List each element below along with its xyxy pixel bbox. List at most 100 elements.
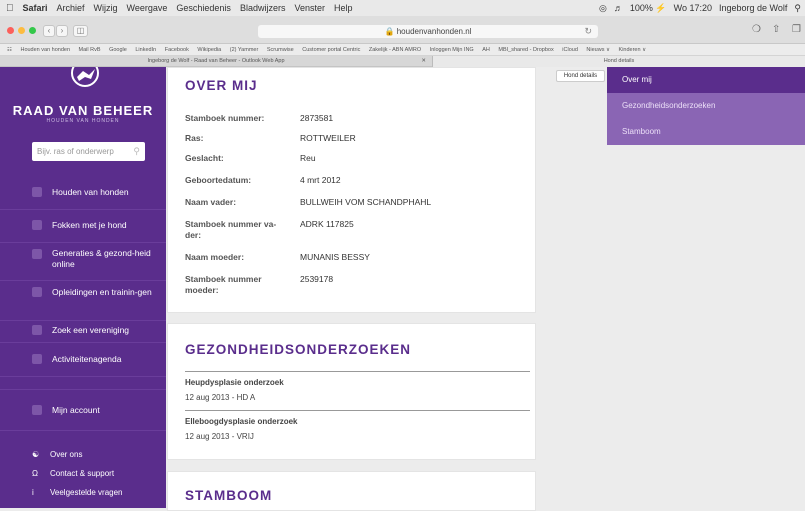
menu-geschiedenis[interactable]: Geschiedenis [176, 3, 231, 13]
footer-label: Veelgestelde vragen [50, 488, 123, 497]
footer-over-ons[interactable]: ☯ Over ons [32, 450, 82, 459]
tab-title: Hond details [603, 58, 635, 64]
info-icon: i [32, 488, 34, 497]
nav-zoek-vereniging[interactable]: Zoek een vereniging [0, 321, 166, 343]
volume-icon[interactable]: ♬ [614, 3, 623, 13]
hond-details-button[interactable]: Hond details [556, 70, 605, 82]
divider [185, 371, 530, 372]
dog-logo-icon[interactable] [65, 67, 105, 95]
gezondheid-card: GEZONDHEIDSONDERZOEKEN Heupdysplasie ond… [167, 323, 536, 460]
detail-label: Geboortedatum: [185, 175, 252, 185]
section-title: OVER MIJ [185, 78, 258, 93]
exam-result: 12 aug 2013 - HD A [185, 393, 256, 402]
reload-icon[interactable]: ↻ [584, 25, 592, 38]
favorite-link[interactable]: Nieuws ∨ [586, 47, 610, 53]
exam-title: Elleboogdysplasie onderzoek [185, 417, 298, 426]
favorite-link[interactable]: Facebook [165, 47, 189, 53]
tabs-overview-icon[interactable]: ❐ [792, 24, 801, 35]
footer-faq[interactable]: i Veelgestelde vragen [32, 488, 123, 497]
site-sidebar: RAAD VAN BEHEER HOUDEN VAN HONDEN Bijv. … [0, 67, 166, 508]
favorite-link[interactable]: Mail RvB [79, 47, 101, 53]
menu-archief[interactable]: Archief [57, 3, 85, 13]
search-icon[interactable]: ⚲ [133, 142, 140, 161]
nav-label: Mijn account [52, 405, 100, 415]
favorite-link[interactable]: Customer portal Centric [302, 47, 360, 53]
brand-name[interactable]: RAAD VAN BEHEER [0, 103, 166, 118]
section-link-stamboom[interactable]: Stamboom [607, 119, 805, 145]
detail-label: Geslacht: [185, 153, 224, 163]
nav-generaties[interactable]: Generaties & gezond-heid online [0, 243, 166, 281]
nav-label: Houden van honden [52, 187, 129, 197]
favorite-link[interactable]: Houden van honden [20, 47, 70, 53]
brand-tagline: HOUDEN VAN HONDEN [46, 118, 120, 124]
nav-fokken[interactable]: Fokken met je hond [0, 210, 166, 243]
favorite-link[interactable]: LinkedIn [135, 47, 156, 53]
nav-mijn-account[interactable]: Mijn account [0, 389, 166, 431]
share-icon[interactable]: ⇧ [772, 24, 780, 35]
tab-hond-details[interactable]: Hond details [433, 56, 805, 67]
tab-outlook[interactable]: Ingeborg de Wolf - Raad van Beheer - Out… [0, 56, 433, 67]
detail-label: Ras: [185, 133, 204, 143]
site-search-input[interactable]: Bijv. ras of onderwerp ⚲ [32, 142, 145, 161]
favorite-link[interactable]: (2) Yammer [230, 47, 259, 53]
close-tab-icon[interactable]: ✕ [421, 56, 426, 67]
favorite-link[interactable]: Wikipedia [197, 47, 221, 53]
tab-title: Ingeborg de Wolf - Raad van Beheer - Out… [147, 58, 285, 64]
detail-value: 2873581 [300, 113, 334, 123]
favorite-link[interactable]: Google [109, 47, 127, 53]
clock[interactable]: Wo 17:20 [674, 3, 712, 13]
favorite-link[interactable]: Scrumwise [267, 47, 294, 53]
detail-value: MUNANIS BESSY [300, 252, 370, 262]
breeding-icon [32, 220, 42, 230]
detail-value: ROTTWEILER [300, 133, 356, 143]
divider [185, 410, 530, 411]
back-button[interactable]: ‹ [43, 25, 55, 37]
menu-weergave[interactable]: Weergave [127, 3, 168, 13]
sidebar-toggle-icon[interactable]: ◫ [73, 25, 88, 37]
show-all-bookmarks-icon[interactable]: ☷ [7, 47, 12, 53]
favorite-link[interactable]: Inloggen Mijn ING [430, 47, 474, 53]
detail-value: Reu [300, 153, 316, 163]
menu-wijzig[interactable]: Wijzig [94, 3, 118, 13]
over-mij-card: OVER MIJ Stamboek nummer: 2873581 Ras: R… [167, 67, 536, 313]
home-icon [32, 187, 42, 197]
footer-contact[interactable]: Ω Contact & support [32, 469, 114, 478]
favorite-link[interactable]: iCloud [562, 47, 578, 53]
spotlight-icon[interactable]: ⚲ [794, 3, 801, 14]
detail-label: Naam vader: [185, 197, 237, 207]
menu-bladwijzers[interactable]: Bladwijzers [240, 3, 286, 13]
address-bar[interactable]: 🔒 houdenvanhonden.nl ↻ [258, 25, 598, 38]
close-window-button[interactable] [7, 27, 14, 34]
menu-help[interactable]: Help [334, 3, 353, 13]
stamboom-card: STAMBOOM [167, 471, 536, 511]
club-icon [32, 325, 42, 335]
calendar-icon [32, 354, 42, 364]
minimize-window-button[interactable] [18, 27, 25, 34]
footer-label: Over ons [50, 450, 83, 459]
favorite-link[interactable]: MBI_shared - Dropbox [498, 47, 553, 53]
nav-label: Generaties & gezond-heid online [52, 248, 151, 269]
section-link-gezondheid[interactable]: Gezondheidsonderzoeken [607, 93, 805, 119]
menu-venster[interactable]: Venster [294, 3, 325, 13]
favorite-link[interactable]: Kinderen ∨ [619, 47, 647, 53]
url-text: houdenvanhonden.nl [396, 27, 472, 36]
apple-icon[interactable]:  [6, 3, 14, 14]
menu-safari[interactable]: Safari [23, 3, 48, 13]
forward-button[interactable]: › [56, 25, 68, 37]
favorite-link[interactable]: Zakelijk - ABN AMRO [369, 47, 421, 53]
favorite-link[interactable]: AH [482, 47, 490, 53]
nav-activiteitenagenda[interactable]: Activiteitenagenda [0, 343, 166, 377]
detail-label: Stamboek nummer moeder: [185, 274, 262, 295]
wifi-icon[interactable]: ◎ [599, 3, 607, 14]
section-link-over-mij[interactable]: Over mij [607, 67, 805, 93]
exam-title: Heupdysplasie onderzoek [185, 378, 284, 387]
detail-value: 2539178 [300, 274, 334, 284]
search-placeholder: Bijv. ras of onderwerp [37, 147, 114, 156]
battery-status[interactable]: 100% ⚡ [630, 3, 667, 14]
user-name[interactable]: Ingeborg de Wolf [719, 3, 787, 13]
extensions-icon[interactable]: ❍ [752, 24, 761, 35]
section-title: GEZONDHEIDSONDERZOEKEN [185, 342, 412, 357]
zoom-window-button[interactable] [29, 27, 36, 34]
nav-houden-van-honden[interactable]: Houden van honden [0, 177, 166, 210]
nav-opleidingen[interactable]: Opleidingen en trainin-gen [0, 281, 166, 321]
